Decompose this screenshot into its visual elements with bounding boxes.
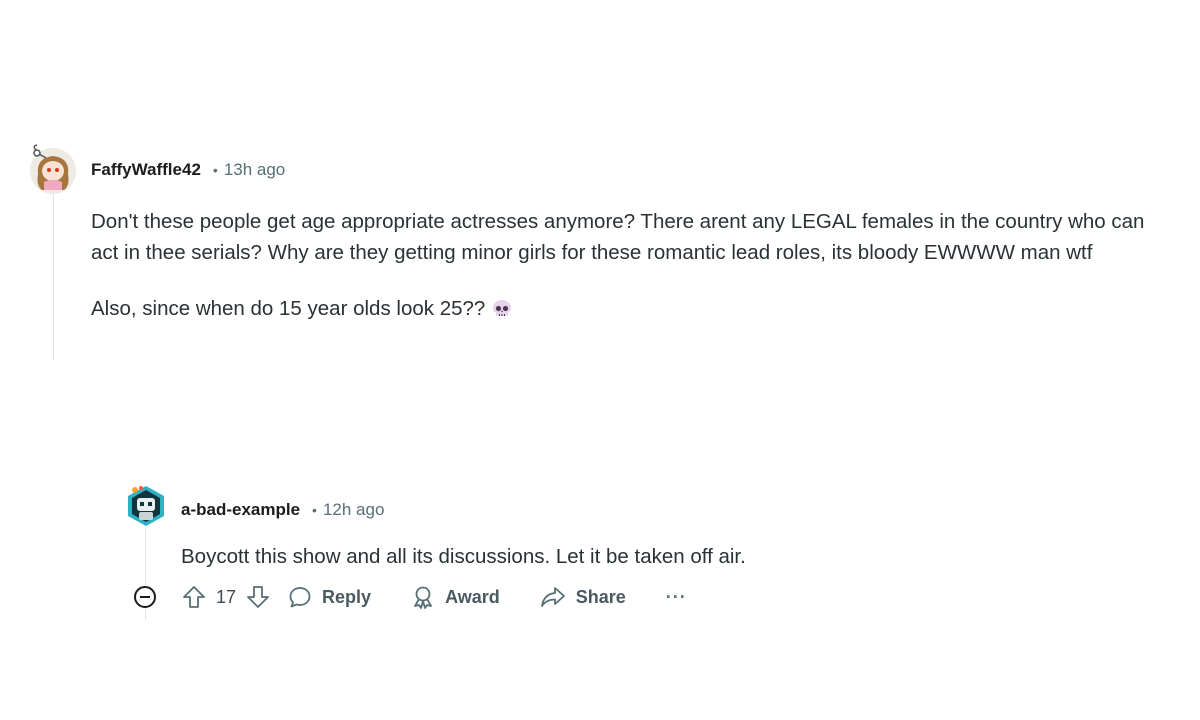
downvote-arrow-icon: [247, 586, 269, 608]
comment-body: Don't these people get age appropriate a…: [91, 206, 1171, 353]
comment-body: Boycott this show and all its discussion…: [181, 541, 1001, 572]
timestamp[interactable]: 12h ago: [323, 500, 384, 520]
thread-line[interactable]: [53, 192, 54, 360]
downvote-button[interactable]: [246, 585, 270, 609]
more-options-icon: ···: [665, 586, 687, 607]
award-label: Award: [445, 586, 500, 607]
upvote-button[interactable]: [182, 585, 206, 609]
comment-paragraph-text: Also, since when do 15 year olds look 25…: [91, 297, 486, 320]
vote-count: 17: [216, 586, 237, 607]
avatar-image: [128, 486, 164, 526]
reply-label: Reply: [322, 586, 372, 607]
share-arrow-icon: [540, 587, 565, 607]
upvote-arrow-icon: [183, 586, 205, 608]
skull-icon: [491, 297, 513, 328]
meta-separator: •: [212, 162, 218, 178]
comment-action-bar: 17 Reply Award Share ···: [132, 584, 687, 610]
comment-paragraph: Boycott this show and all its discussion…: [181, 545, 746, 568]
avatar[interactable]: [28, 144, 78, 194]
avatar-image: [30, 144, 76, 194]
collapse-icon: [134, 586, 156, 608]
username[interactable]: FaffyWaffle42: [91, 160, 201, 180]
timestamp[interactable]: 13h ago: [224, 160, 285, 180]
reply-button[interactable]: Reply: [288, 585, 371, 609]
award-icon: [414, 586, 432, 609]
collapse-button[interactable]: [132, 584, 158, 610]
share-button[interactable]: Share: [540, 585, 626, 609]
award-button[interactable]: Award: [411, 585, 500, 609]
username[interactable]: a-bad-example: [181, 500, 300, 520]
comment-paragraph: Also, since when do 15 year olds look 25…: [91, 293, 1171, 328]
share-label: Share: [575, 586, 626, 607]
comment-meta: a-bad-example • 12h ago: [181, 500, 384, 520]
avatar[interactable]: [124, 484, 168, 528]
meta-separator: •: [312, 502, 317, 518]
comment-meta: FaffyWaffle42 • 13h ago: [91, 160, 285, 180]
more-options-button[interactable]: ···: [666, 587, 687, 608]
comment-paragraph: Don't these people get age appropriate a…: [91, 210, 1145, 264]
speech-bubble-icon: [289, 587, 311, 608]
